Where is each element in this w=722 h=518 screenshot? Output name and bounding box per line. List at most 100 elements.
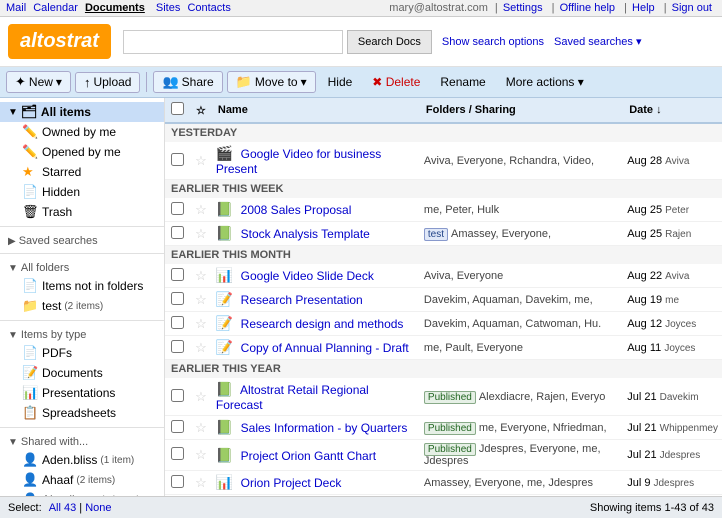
row-checkbox[interactable] — [171, 340, 184, 353]
sidebar-item-spreadsheets[interactable]: 📋 Spreadsheets — [14, 403, 164, 423]
select-all-checkbox[interactable] — [171, 102, 184, 115]
doc-name-link[interactable]: Project Orion Gantt Chart — [241, 449, 376, 463]
row-star-cell[interactable]: ☆ — [190, 142, 212, 180]
row-folder-cell: Aviva, Everyone, Rchandra, Video, — [420, 142, 623, 180]
toolbar: ✦ New ▾ ↑ Upload 👥 Share 📁 Move to ▾ Hid… — [0, 67, 722, 98]
row-folder-cell: Davekim, Aquaman, Davekim, me, — [420, 288, 623, 312]
doc-name-link[interactable]: Research design and methods — [241, 317, 404, 331]
row-star-cell[interactable]: ☆ — [190, 264, 212, 288]
table-row: ☆ 📗 Project Orion Gantt Chart PublishedJ… — [165, 440, 722, 471]
help-link[interactable]: Help — [632, 2, 655, 14]
col-header-name[interactable]: Name — [212, 98, 420, 123]
sites-link[interactable]: Sites — [156, 2, 180, 14]
row-checkbox[interactable] — [171, 475, 184, 488]
row-star-cell[interactable]: ☆ — [190, 416, 212, 440]
row-checkbox[interactable] — [171, 420, 184, 433]
contacts-link[interactable]: Contacts — [187, 2, 230, 14]
date-owner: Aviva — [665, 156, 689, 167]
sidebar-item-opened-by-me[interactable]: ✏️ Opened by me — [14, 142, 164, 162]
row-checkbox[interactable] — [171, 153, 184, 166]
all-folders-arrow-icon: ▼ — [8, 263, 18, 274]
share-button[interactable]: 👥 Share — [153, 71, 222, 93]
row-folder-cell: me, Pault, Everyone — [420, 336, 623, 360]
sidebar-item-owned-by-me[interactable]: ✏️ Owned by me — [14, 122, 164, 142]
row-checkbox-cell — [165, 222, 190, 246]
section-label: YESTERDAY — [165, 123, 722, 142]
select-none-link[interactable]: None — [85, 502, 111, 514]
sidebar-item-trash[interactable]: 🗑 Trash — [14, 202, 164, 222]
row-star-cell[interactable]: ☆ — [190, 336, 212, 360]
signout-link[interactable]: Sign out — [672, 2, 712, 14]
sidebar-item-hidden[interactable]: 📄 Hidden — [14, 182, 164, 202]
row-name-cell: 📗 Stock Analysis Template — [212, 222, 420, 246]
rename-button[interactable]: Rename — [432, 73, 493, 91]
doc-name-link[interactable]: 2008 Sales Proposal — [241, 203, 352, 217]
sidebar-all-folders[interactable]: ▼ All folders — [0, 258, 164, 276]
doc-name-link[interactable]: Google Video for business Present — [216, 147, 381, 176]
row-date-cell: Aug 25 Peter — [623, 198, 722, 222]
row-date-cell: Aug 25 Rajen — [623, 222, 722, 246]
doc-name-link[interactable]: Research Presentation — [241, 293, 363, 307]
row-checkbox[interactable] — [171, 389, 184, 402]
calendar-link[interactable]: Calendar — [33, 2, 78, 14]
row-checkbox[interactable] — [171, 268, 184, 281]
trash-label: Trash — [42, 205, 72, 219]
date-owner: Joyces — [665, 319, 696, 330]
row-star-cell[interactable]: ☆ — [190, 288, 212, 312]
doc-name-link[interactable]: Sales Information - by Quarters — [241, 421, 408, 435]
row-star-cell[interactable]: ☆ — [190, 378, 212, 416]
sort-indicator: ↓ — [656, 104, 662, 116]
sidebar-item-pdfs[interactable]: 📄 PDFs — [14, 343, 164, 363]
new-button[interactable]: ✦ New ▾ — [6, 71, 71, 93]
search-input[interactable] — [123, 30, 343, 54]
row-star-cell[interactable]: ☆ — [190, 222, 212, 246]
sidebar-item-shared-0[interactable]: 👤 Aden.bliss (1 item) — [14, 450, 164, 470]
sidebar-items-by-type[interactable]: ▼ Items by type — [0, 325, 164, 343]
header: altostrat Search Docs Show search option… — [0, 17, 722, 67]
test-badge: test — [424, 228, 448, 241]
row-star-cell[interactable]: ☆ — [190, 198, 212, 222]
doc-name-link[interactable]: Stock Analysis Template — [241, 227, 370, 241]
sidebar-item-all-items[interactable]: ▼ 🗂 All items — [0, 102, 164, 122]
row-star-cell[interactable]: ☆ — [190, 312, 212, 336]
shared-badge-0: (1 item) — [100, 455, 134, 466]
row-checkbox[interactable] — [171, 447, 184, 460]
sidebar-item-items-not-in-folders[interactable]: 📄 Items not in folders — [14, 276, 164, 296]
doc-name-link[interactable]: Orion Project Deck — [241, 476, 342, 490]
row-star-cell[interactable]: ☆ — [190, 495, 212, 497]
move-button[interactable]: 📁 Move to ▾ — [227, 71, 316, 93]
sidebar-saved-searches[interactable]: ▶ Saved searches — [0, 231, 164, 249]
hide-button[interactable]: Hide — [320, 73, 361, 91]
offline-help-link[interactable]: Offline help — [560, 2, 615, 14]
sidebar-item-test-folder[interactable]: 📁 test (2 items) — [14, 296, 164, 316]
col-header-date[interactable]: Date ↓ — [623, 98, 722, 123]
row-checkbox[interactable] — [171, 292, 184, 305]
saved-searches-link[interactable]: Saved searches — [554, 35, 641, 48]
more-actions-button[interactable]: More actions ▾ — [498, 73, 592, 91]
search-options-link[interactable]: Show search options — [442, 36, 544, 48]
mail-link[interactable]: Mail — [6, 2, 26, 14]
row-checkbox[interactable] — [171, 202, 184, 215]
doc-name-link[interactable]: Altostrat Retail Regional Forecast — [216, 383, 369, 412]
doc-name-link[interactable]: Copy of Annual Planning - Draft — [241, 341, 409, 355]
settings-link[interactable]: Settings — [503, 2, 543, 14]
sidebar-item-documents[interactable]: 📝 Documents — [14, 363, 164, 383]
sidebar-shared-with[interactable]: ▼ Shared with... — [0, 432, 164, 450]
doc-type-icon: 📗 — [216, 381, 233, 397]
sidebar-item-shared-2[interactable]: 👤 Alexdiacre (3 items) — [14, 490, 164, 496]
row-checkbox[interactable] — [171, 316, 184, 329]
doc-name-link[interactable]: Google Video Slide Deck — [241, 269, 374, 283]
search-button[interactable]: Search Docs — [347, 30, 432, 54]
sidebar-item-starred[interactable]: ★ Starred — [14, 162, 164, 182]
row-star-cell[interactable]: ☆ — [190, 471, 212, 495]
delete-button[interactable]: ✖ Delete — [364, 73, 428, 91]
row-checkbox[interactable] — [171, 226, 184, 239]
upload-button[interactable]: ↑ Upload — [75, 72, 141, 93]
sidebar-item-shared-1[interactable]: 👤 Ahaaf (2 items) — [14, 470, 164, 490]
table-row: ☆ 📗 Altostrat Retail Regional Forecast P… — [165, 378, 722, 416]
row-star-cell[interactable]: ☆ — [190, 440, 212, 471]
docs-link-bold[interactable]: Documents — [85, 2, 145, 14]
share-label: Share — [182, 75, 214, 89]
select-all-link[interactable]: All 43 — [49, 502, 77, 514]
sidebar-item-presentations[interactable]: 📊 Presentations — [14, 383, 164, 403]
